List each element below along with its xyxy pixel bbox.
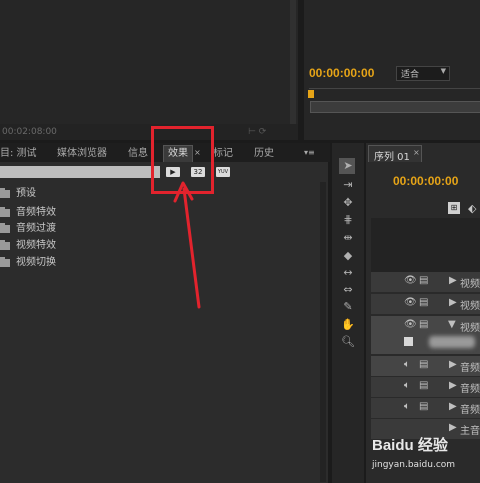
close-icon[interactable]: × [413,148,420,157]
playhead-icon[interactable] [308,90,314,98]
lock-icon[interactable]: ▤ [419,297,428,308]
tree-item-video-effects[interactable]: 视频特效 [0,238,56,254]
track-video-3[interactable]: 👁 ▤ ▶ 视频 [371,272,480,293]
lock-icon[interactable]: ▤ [419,319,428,330]
panel-menu-icon[interactable]: ▾≡ [304,148,315,157]
track-audio-1[interactable]: 🔈︎ ▤ ▶ 音频 [371,356,480,377]
keyframe-icon[interactable] [404,337,413,346]
lock-icon[interactable]: ▤ [419,380,428,391]
source-timecode: 00:02:08:00 [2,127,57,137]
timeline-ruler[interactable] [371,218,480,272]
tree-item-label: 视频特效 [16,240,56,251]
track-label: 视频 [460,301,480,312]
slide-tool-icon[interactable]: ⇔ [341,283,355,297]
expand-icon[interactable]: ▶ [449,401,457,412]
timeline-timecode[interactable]: 00:00:00:00 [393,174,458,188]
source-scrollbar[interactable] [290,0,296,124]
eye-icon[interactable]: 👁 [404,297,417,308]
program-zoom-bar[interactable] [310,101,480,113]
folder-icon [0,188,10,198]
folder-icon [0,257,10,267]
timeline-tab[interactable]: 序列 01 × [368,145,422,163]
program-ruler[interactable] [309,88,480,101]
folder-icon [0,223,10,233]
source-controls-icon[interactable]: ⊢ ⟳ [248,127,266,137]
tab-project[interactable]: 目: 测试 [0,146,37,162]
lock-icon[interactable]: ▤ [419,401,428,412]
razor-tool-icon[interactable]: ◆ [341,249,355,263]
snap-icon[interactable]: ⊞ [448,202,460,214]
track-label: 音频 [460,405,480,416]
pen-tool-icon[interactable]: ✎ [341,300,355,314]
eye-icon[interactable]: 👁 [404,275,417,286]
speaker-icon[interactable]: 🔈︎ [404,401,410,412]
folder-icon [0,240,10,250]
timeline-tab-label: 序列 01 [374,152,410,163]
track-video-2[interactable]: 👁 ▤ ▶ 视频 [371,294,480,315]
track-label: 视频 [460,323,480,334]
zoom-select-value: 适合 [401,70,420,80]
rolling-edit-tool-icon[interactable]: ⋕ [341,213,355,227]
tab-media-browser[interactable]: 媒体浏览器 [57,146,107,162]
ripple-edit-tool-icon[interactable]: ✥ [341,196,355,210]
eye-icon[interactable]: 👁 [404,319,417,330]
tree-item-presets[interactable]: 预设 [0,186,36,202]
speaker-icon[interactable]: 🔈︎ [404,359,410,370]
track-label: 视频 [460,279,480,290]
collapse-icon[interactable]: ▼ [448,319,456,330]
watermark-logo: Baidu 经验 [372,437,448,454]
track-video-1[interactable]: 👁 ▤ ▼ 视频 [371,316,480,355]
annotation-arrow [173,181,201,309]
chevron-down-icon: ▼ [440,67,446,75]
expand-icon[interactable]: ▶ [449,275,457,286]
track-audio-2[interactable]: 🔈︎ ▤ ▶ 音频 [371,377,480,398]
effects-scrollbar[interactable] [320,182,326,482]
track-select-tool-icon[interactable]: ⇥ [341,178,355,192]
watermark: Baidu 经验 jingyan.baidu.com [372,430,480,480]
zoom-select[interactable]: 适合 ▼ [396,66,450,81]
track-audio-3[interactable]: 🔈︎ ▤ ▶ 音频 [371,398,480,419]
folder-icon [0,207,10,217]
expand-icon[interactable]: ▶ [449,380,457,391]
selection-tool-icon: ➤ [343,159,353,172]
track-label: 音频 [460,363,480,374]
tab-info[interactable]: 信息 [128,146,148,162]
tree-item-label: 预设 [16,188,36,199]
rate-stretch-tool-icon[interactable]: ⇹ [341,231,355,245]
watermark-url: jingyan.baidu.com [372,460,456,470]
tab-markers[interactable]: 标记 [213,146,233,162]
tree-item-video-transitions[interactable]: 视频切换 [0,255,56,271]
marker-icon[interactable]: ⬖ [468,202,476,215]
speaker-icon[interactable]: 🔈︎ [404,380,410,391]
effects-search-input[interactable] [0,166,160,178]
tree-item-audio-transitions[interactable]: 音频过渡 [0,221,56,237]
tree-item-audio-effects[interactable]: 音频特效 [0,205,56,221]
source-monitor [0,0,298,140]
blurred-clip [429,336,475,348]
track-label: 音频 [460,384,480,395]
yuv-effects-button[interactable]: YUV [216,167,230,177]
program-timecode[interactable]: 00:00:00:00 [309,66,374,80]
tree-item-label: 音频特效 [16,207,56,218]
tree-item-label: 视频切换 [16,257,56,268]
hand-tool-icon[interactable]: ✋ [341,318,355,332]
lock-icon[interactable]: ▤ [419,359,428,370]
lock-icon[interactable]: ▤ [419,275,428,286]
expand-icon[interactable]: ▶ [449,297,457,308]
tree-item-label: 音频过渡 [16,223,56,234]
expand-icon[interactable]: ▶ [449,359,457,370]
slip-tool-icon[interactable]: ↔ [341,266,355,280]
tab-history[interactable]: 历史 [254,146,274,162]
zoom-tool-icon[interactable]: 🔍︎ [341,335,355,349]
